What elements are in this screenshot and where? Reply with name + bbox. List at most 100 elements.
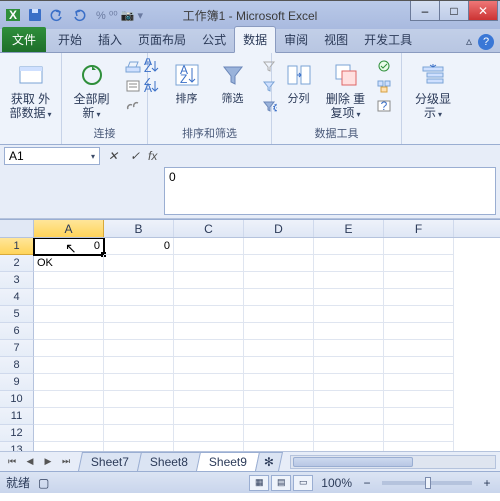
- cell[interactable]: [34, 391, 104, 408]
- cell[interactable]: [174, 238, 244, 255]
- cell[interactable]: [34, 425, 104, 442]
- sheet-nav-prev[interactable]: ◀: [22, 454, 38, 470]
- cell[interactable]: [384, 306, 454, 323]
- consolidate-icon[interactable]: [374, 77, 394, 95]
- undo-icon[interactable]: [48, 6, 66, 24]
- cell[interactable]: [174, 442, 244, 451]
- sort-az-button[interactable]: AZ: [141, 57, 161, 75]
- cell[interactable]: [314, 306, 384, 323]
- redo-icon[interactable]: [70, 6, 88, 24]
- cell[interactable]: [104, 391, 174, 408]
- cell[interactable]: [384, 323, 454, 340]
- tab-review[interactable]: 审阅: [276, 27, 316, 52]
- tab-insert[interactable]: 插入: [90, 27, 130, 52]
- row-header[interactable]: 9: [0, 374, 34, 391]
- zoom-slider[interactable]: [382, 481, 472, 485]
- row-header[interactable]: 5: [0, 306, 34, 323]
- select-all-corner[interactable]: [0, 220, 34, 237]
- cell[interactable]: [314, 272, 384, 289]
- cell[interactable]: [104, 408, 174, 425]
- cell[interactable]: [174, 425, 244, 442]
- zoom-in-button[interactable]: +: [480, 476, 494, 490]
- cell[interactable]: [104, 425, 174, 442]
- col-header-A[interactable]: A: [34, 220, 104, 237]
- cell[interactable]: [384, 391, 454, 408]
- cell[interactable]: [314, 391, 384, 408]
- cell[interactable]: [104, 255, 174, 272]
- cell[interactable]: [244, 425, 314, 442]
- cell[interactable]: [174, 272, 244, 289]
- row-header[interactable]: 10: [0, 391, 34, 408]
- cell[interactable]: [174, 391, 244, 408]
- tab-data[interactable]: 数据: [234, 26, 276, 53]
- cell[interactable]: [384, 238, 454, 255]
- cell[interactable]: [314, 289, 384, 306]
- cell[interactable]: [174, 255, 244, 272]
- row-header[interactable]: 4: [0, 289, 34, 306]
- maximize-button[interactable]: □: [439, 1, 469, 21]
- sheet-nav-first[interactable]: ⏮: [4, 454, 20, 470]
- cell[interactable]: [244, 255, 314, 272]
- cell[interactable]: [314, 323, 384, 340]
- cell[interactable]: [34, 323, 104, 340]
- sheet-nav-last[interactable]: ⏭: [58, 454, 74, 470]
- row-header[interactable]: 6: [0, 323, 34, 340]
- row-header[interactable]: 7: [0, 340, 34, 357]
- row-header[interactable]: 3: [0, 272, 34, 289]
- cell[interactable]: [384, 272, 454, 289]
- cell[interactable]: [244, 391, 314, 408]
- cell[interactable]: [174, 357, 244, 374]
- filter-button[interactable]: 筛选: [213, 57, 253, 108]
- cell[interactable]: [384, 408, 454, 425]
- cell[interactable]: [174, 374, 244, 391]
- col-header-F[interactable]: F: [384, 220, 454, 237]
- cell[interactable]: [174, 323, 244, 340]
- cell[interactable]: [104, 374, 174, 391]
- cell[interactable]: [174, 408, 244, 425]
- formula-input[interactable]: 0: [164, 167, 496, 215]
- cell[interactable]: [34, 340, 104, 357]
- view-pagelayout-button[interactable]: ▤: [271, 475, 291, 491]
- cell[interactable]: [174, 289, 244, 306]
- cell[interactable]: [244, 323, 314, 340]
- col-header-C[interactable]: C: [174, 220, 244, 237]
- cell[interactable]: [34, 374, 104, 391]
- cell[interactable]: [174, 306, 244, 323]
- cell[interactable]: [34, 306, 104, 323]
- sheet-tab[interactable]: Sheet7: [78, 452, 142, 471]
- row-header[interactable]: 11: [0, 408, 34, 425]
- cancel-formula-icon[interactable]: ✕: [104, 147, 122, 165]
- refresh-all-button[interactable]: 全部刷新▾: [67, 57, 117, 123]
- cell[interactable]: [244, 289, 314, 306]
- cell[interactable]: [384, 442, 454, 451]
- cell[interactable]: [244, 272, 314, 289]
- zoom-out-button[interactable]: −: [360, 476, 374, 490]
- scrollbar-thumb[interactable]: [293, 457, 413, 467]
- cell[interactable]: [314, 357, 384, 374]
- col-header-D[interactable]: D: [244, 220, 314, 237]
- cell[interactable]: [314, 425, 384, 442]
- cell[interactable]: [244, 357, 314, 374]
- minimize-button[interactable]: –: [410, 1, 440, 21]
- cell[interactable]: [104, 306, 174, 323]
- cell[interactable]: 0: [34, 238, 104, 255]
- data-validation-icon[interactable]: [374, 57, 394, 75]
- cell[interactable]: [104, 289, 174, 306]
- tab-file[interactable]: 文件: [2, 27, 46, 52]
- sheet-nav-next[interactable]: ▶: [40, 454, 56, 470]
- excel-icon[interactable]: X: [4, 6, 22, 24]
- cell[interactable]: [34, 272, 104, 289]
- cell[interactable]: [384, 255, 454, 272]
- sheet-tab[interactable]: Sheet9: [196, 452, 260, 471]
- fx-icon[interactable]: fx: [148, 149, 157, 163]
- view-normal-button[interactable]: ▦: [249, 475, 269, 491]
- cell[interactable]: [104, 442, 174, 451]
- cell[interactable]: [34, 357, 104, 374]
- macro-record-icon[interactable]: ▢: [38, 476, 49, 490]
- cell[interactable]: [314, 408, 384, 425]
- outline-button[interactable]: 分级显示▾: [408, 57, 458, 123]
- cell[interactable]: [104, 357, 174, 374]
- properties-icon[interactable]: [123, 77, 143, 95]
- remove-duplicates-button[interactable]: 删除 重复项▾: [324, 57, 368, 123]
- cell[interactable]: [384, 340, 454, 357]
